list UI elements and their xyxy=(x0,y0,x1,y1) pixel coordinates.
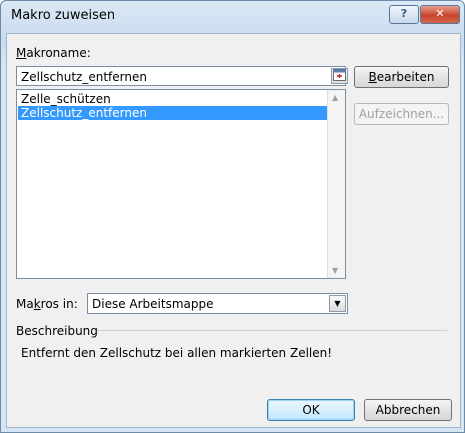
chevron-down-icon[interactable]: ▼ xyxy=(329,295,346,312)
ok-button[interactable]: OK xyxy=(267,399,355,421)
list-item[interactable]: Zellschutz_entfernen xyxy=(18,106,328,120)
list-scrollbar[interactable]: ▲ ▼ xyxy=(327,90,345,278)
title-bar[interactable]: Makro zuweisen ? ✕ xyxy=(1,1,464,31)
dialog-title: Makro zuweisen xyxy=(11,8,116,23)
macros-in-label: Makros in: xyxy=(16,297,78,311)
macro-name-value: Zellschutz_entfernen xyxy=(21,70,147,84)
macro-name-input[interactable]: Zellschutz_entfernen xyxy=(16,66,348,86)
help-button[interactable]: ? xyxy=(389,5,419,24)
scroll-down-icon[interactable]: ▼ xyxy=(332,266,338,275)
macros-in-value: Diese Arbeitsmappe xyxy=(92,297,214,311)
macro-name-label: Makroname: xyxy=(16,46,91,60)
scroll-up-icon[interactable]: ▲ xyxy=(332,93,338,102)
dialog-window: Makro zuweisen ? ✕ Makroname: Zellschutz… xyxy=(0,0,465,433)
macros-in-select[interactable]: Diese Arbeitsmappe ▼ xyxy=(87,293,348,314)
description-text: Entfernt den Zellschutz bei allen markie… xyxy=(21,346,333,360)
record-button[interactable]: Aufzeichnen... xyxy=(354,103,449,125)
edit-button[interactable]: Bearbeiten xyxy=(354,66,449,88)
macro-list[interactable]: Zelle_schützen Zellschutz_entfernen ▲ ▼ xyxy=(16,89,346,279)
collapse-dialog-icon[interactable] xyxy=(331,68,348,84)
close-button[interactable]: ✕ xyxy=(420,5,460,24)
description-heading: Beschreibung xyxy=(16,324,98,338)
dialog-body: Makroname: Zellschutz_entfernen Zelle_sc… xyxy=(6,33,461,428)
description-divider xyxy=(97,330,447,331)
cancel-button[interactable]: Abbrechen xyxy=(364,399,452,421)
list-item[interactable]: Zelle_schützen xyxy=(18,92,328,106)
